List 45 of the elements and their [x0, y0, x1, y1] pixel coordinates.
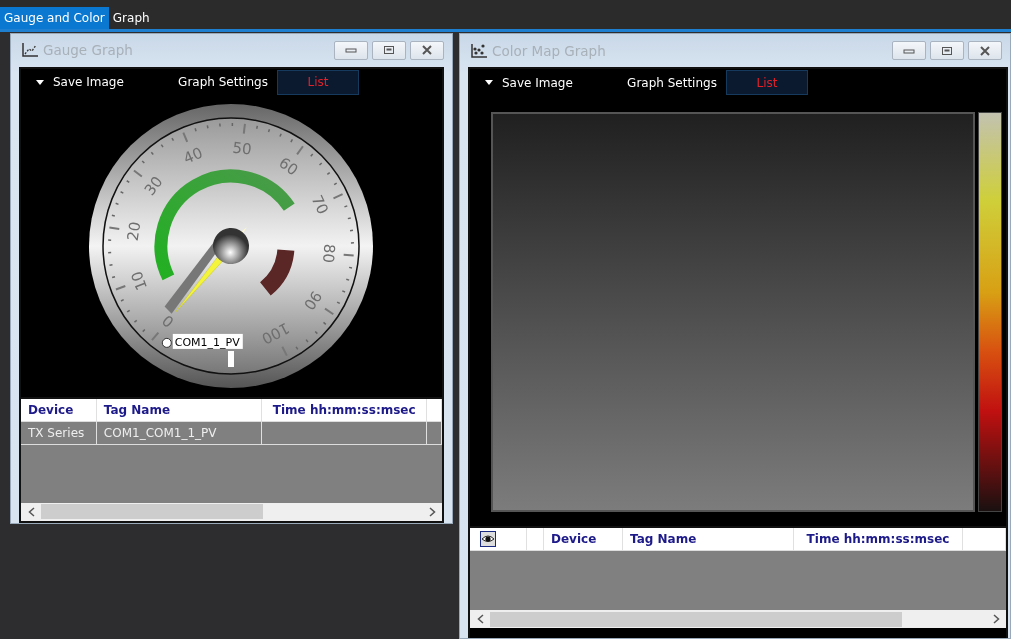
minimize-icon	[345, 45, 357, 56]
chart-icon	[21, 42, 39, 59]
toolbar-button[interactable]: Graph Settings	[171, 69, 275, 95]
column-header[interactable]: Device	[21, 398, 97, 421]
toolbar-button[interactable]: List	[277, 69, 359, 95]
gauge-scale-label: 80	[318, 243, 338, 264]
gauge-scale-label: 40	[180, 143, 205, 168]
save-image-menu[interactable]: Save Image	[21, 69, 171, 95]
eye-icon	[480, 531, 496, 547]
maximize-button[interactable]	[372, 40, 406, 60]
column-header[interactable]: Tag Name	[96, 398, 263, 421]
marker-dot	[161, 337, 172, 348]
column-header[interactable]: Tag Name	[623, 528, 794, 550]
close-icon	[421, 45, 433, 56]
gauge-scale-label: 50	[231, 138, 253, 159]
close-button[interactable]	[968, 41, 1002, 60]
scrollbar-thumb[interactable]	[41, 504, 263, 520]
tab[interactable]: Graph	[108, 7, 154, 29]
scrollbar[interactable]	[21, 502, 442, 521]
gauge-scale-label: 0	[158, 311, 177, 331]
close-icon	[979, 45, 991, 56]
scrollbar[interactable]	[470, 610, 1006, 628]
column-header[interactable]: Device	[544, 528, 623, 550]
maximize-button[interactable]	[930, 41, 964, 60]
toolbar-button[interactable]: Graph Settings	[620, 70, 724, 95]
scatter-chart-icon	[470, 42, 488, 59]
tab[interactable]: Gauge and Color	[0, 7, 109, 29]
close-button[interactable]	[410, 40, 444, 60]
gauge-scale-label: 70	[307, 192, 332, 218]
table-cell: TX Series	[21, 421, 97, 444]
caret-icon	[485, 80, 493, 85]
column-header[interactable]: Time hh:mm:ss:msec	[262, 398, 427, 421]
gauge-scale-label: 30	[140, 172, 167, 199]
column-header[interactable]: Time hh:mm:ss:msec	[794, 528, 963, 550]
maximize-icon	[383, 45, 395, 56]
save-image-menu[interactable]: Save Image	[470, 70, 620, 95]
scrollbar-thumb[interactable]	[490, 611, 902, 627]
gauge-scale-label: 20	[123, 220, 144, 243]
gauge-scale-label: 90	[299, 287, 325, 314]
maximize-icon	[941, 45, 953, 56]
toolbar-button[interactable]: List	[726, 70, 808, 95]
caret-icon	[36, 79, 44, 85]
gauge-scale-label: 10	[127, 268, 151, 293]
table-cell: COM1_COM1_1_PV	[96, 421, 263, 444]
gauge-scale-label: 60	[274, 153, 301, 180]
